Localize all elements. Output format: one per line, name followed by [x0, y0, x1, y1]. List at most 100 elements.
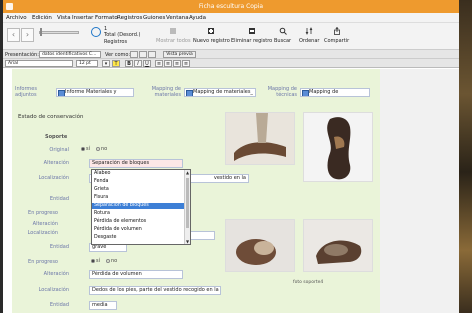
radio-selected-icon [91, 259, 95, 263]
original-si-label: sí [86, 146, 90, 152]
underline-button[interactable]: U [143, 60, 151, 67]
entity2-label: Entidad [49, 244, 69, 250]
menu-insertar[interactable]: Insertar [72, 15, 93, 21]
dropdown-option[interactable]: Fisura [92, 195, 185, 201]
share-button[interactable]: Compartir [324, 27, 349, 44]
dropdown-option[interactable]: Desgaste [92, 235, 185, 241]
menu-ayuda[interactable]: Ayuda [189, 15, 206, 21]
italic-button[interactable]: I [134, 60, 142, 67]
alteration-dropdown-list: Alabeo Fenda Grieta Fisura Separación de… [91, 169, 191, 245]
alteration3-label: Alteración [43, 271, 69, 277]
align-justify-button[interactable]: ≡ [182, 60, 190, 67]
support-photo-4[interactable] [303, 219, 373, 272]
conservation-section-title: Estado de conservación [18, 114, 84, 120]
photo-caption: foto soporte4 [293, 280, 324, 285]
align-left-icon: ≡ [156, 61, 162, 67]
mapping-tecnicas-field[interactable]: Mapping de [300, 88, 370, 97]
dropdown-scrollbar[interactable]: ▲ ▼ [184, 170, 190, 244]
form-right-margin [380, 69, 459, 313]
bold-button[interactable]: B [125, 60, 133, 67]
dropdown-option[interactable]: Pérdida de volumen [92, 227, 185, 233]
menu-archivo[interactable]: Archivo [6, 15, 27, 21]
chevron-down-icon: ▾ [104, 61, 108, 67]
font-size-select[interactable]: 12 pt [76, 60, 98, 67]
original-si-radio[interactable]: sí [81, 146, 90, 152]
dropdown-option[interactable]: Grieta [92, 187, 185, 193]
dropdown-option-selected[interactable]: Separación de bloques [92, 203, 185, 210]
next-record-button[interactable]: › [21, 28, 34, 42]
menu-registros[interactable]: Registros [117, 15, 142, 21]
font-select[interactable]: Arial [5, 60, 73, 67]
align-center-button[interactable]: ≡ [164, 60, 172, 67]
sort-button[interactable]: Ordenar [299, 27, 319, 44]
color-dropdown-button[interactable]: ▾ [102, 60, 110, 67]
original-label: Original [49, 147, 69, 153]
view-table-button[interactable] [148, 51, 156, 58]
scroll-down-icon[interactable]: ▼ [185, 239, 190, 244]
support-photo-3[interactable] [225, 219, 295, 272]
alteration-select[interactable]: Separación de bloques [89, 159, 183, 168]
find-button[interactable]: Buscar [274, 27, 291, 44]
view-form-button[interactable] [130, 51, 138, 58]
delete-record-icon [248, 28, 255, 34]
progress2-no-radio[interactable]: no [106, 258, 117, 264]
original-no-label: no [101, 146, 108, 152]
search-icon [279, 27, 287, 35]
view-list-button[interactable] [139, 51, 147, 58]
mapping-tecnicas-label: Mapping de técnicas [267, 86, 297, 98]
menu-ventana[interactable]: Ventana [166, 15, 189, 21]
layout-label: Presentación: [5, 51, 39, 58]
align-left-button[interactable]: ≡ [155, 60, 163, 67]
text-color-button[interactable]: T [112, 60, 120, 67]
dropdown-option[interactable]: Rotura [92, 211, 185, 217]
location3-label: Localización [38, 287, 69, 293]
menu-guiones[interactable]: Guiones [143, 15, 165, 21]
menu-vista[interactable]: Vista [57, 15, 71, 21]
show-all-button[interactable]: Mostrar todos [156, 27, 191, 44]
location2-label: Localización [27, 230, 58, 236]
support-photo-1[interactable] [225, 112, 295, 165]
records-pie-icon [91, 27, 101, 37]
delete-record-label: Eliminar registro [231, 38, 273, 44]
app-window: Ficha escultura Copia Archivo Edición Vi… [3, 0, 459, 313]
entity3-field[interactable]: media [89, 301, 117, 310]
sculpture-detail-image [226, 113, 294, 164]
layout-bar: Presentación: datos identificativos C...… [3, 50, 459, 59]
location-label: Localización [38, 175, 69, 181]
progress2-si-radio[interactable]: sí [91, 258, 100, 264]
show-all-icon [170, 28, 177, 34]
sort-icon [305, 27, 313, 35]
entity3-label: Entidad [49, 302, 69, 308]
total-records: Total (Desord.) [104, 32, 141, 38]
scroll-up-icon[interactable]: ▲ [185, 170, 190, 175]
location3-field[interactable]: Dedos de los pies, parte del vestido rec… [89, 286, 221, 295]
mapping-materiales-field[interactable]: Mapping de materiales_ [184, 88, 256, 97]
new-record-label: Nuevo registro [193, 38, 230, 44]
window-title: Ficha escultura Copia [198, 3, 264, 10]
menu-edicion[interactable]: Edición [32, 15, 52, 21]
record-slider-track[interactable] [39, 31, 79, 34]
layout-select[interactable]: datos identificativos C... [39, 51, 101, 58]
toolbar: ‹ › 1 Total (Desord.) Registros Mostrar … [3, 23, 459, 50]
title-bar: Ficha escultura Copia [3, 0, 459, 13]
support-photo-2[interactable] [303, 112, 373, 182]
dropdown-option[interactable]: Fenda [92, 179, 185, 185]
informes-field[interactable]: Informe Materiales y [56, 88, 134, 97]
record-slider-handle[interactable] [40, 28, 42, 36]
new-record-button[interactable]: Nuevo registro [193, 27, 230, 44]
form-content: Informes adjuntos Informe Materiales y M… [3, 69, 459, 313]
chevron-right-icon: › [25, 30, 30, 39]
align-right-icon: ≡ [174, 61, 180, 67]
align-right-button[interactable]: ≡ [173, 60, 181, 67]
dropdown-option[interactable]: Pérdida de elementos [92, 219, 185, 225]
menu-formato[interactable]: Formato [95, 15, 118, 21]
prev-record-button[interactable]: ‹ [7, 28, 20, 42]
alteration3-select[interactable]: Pérdida de volumen [89, 270, 183, 279]
preview-button[interactable]: Vista previa [163, 51, 196, 58]
delete-record-button[interactable]: Eliminar registro [231, 27, 272, 44]
original-no-radio[interactable]: no [96, 146, 107, 152]
scrollbar-thumb[interactable] [186, 178, 189, 228]
progress2-si-label: sí [96, 258, 100, 264]
dropdown-option[interactable]: Alabeo [92, 171, 185, 177]
alteration-label: Alteración [43, 160, 69, 166]
